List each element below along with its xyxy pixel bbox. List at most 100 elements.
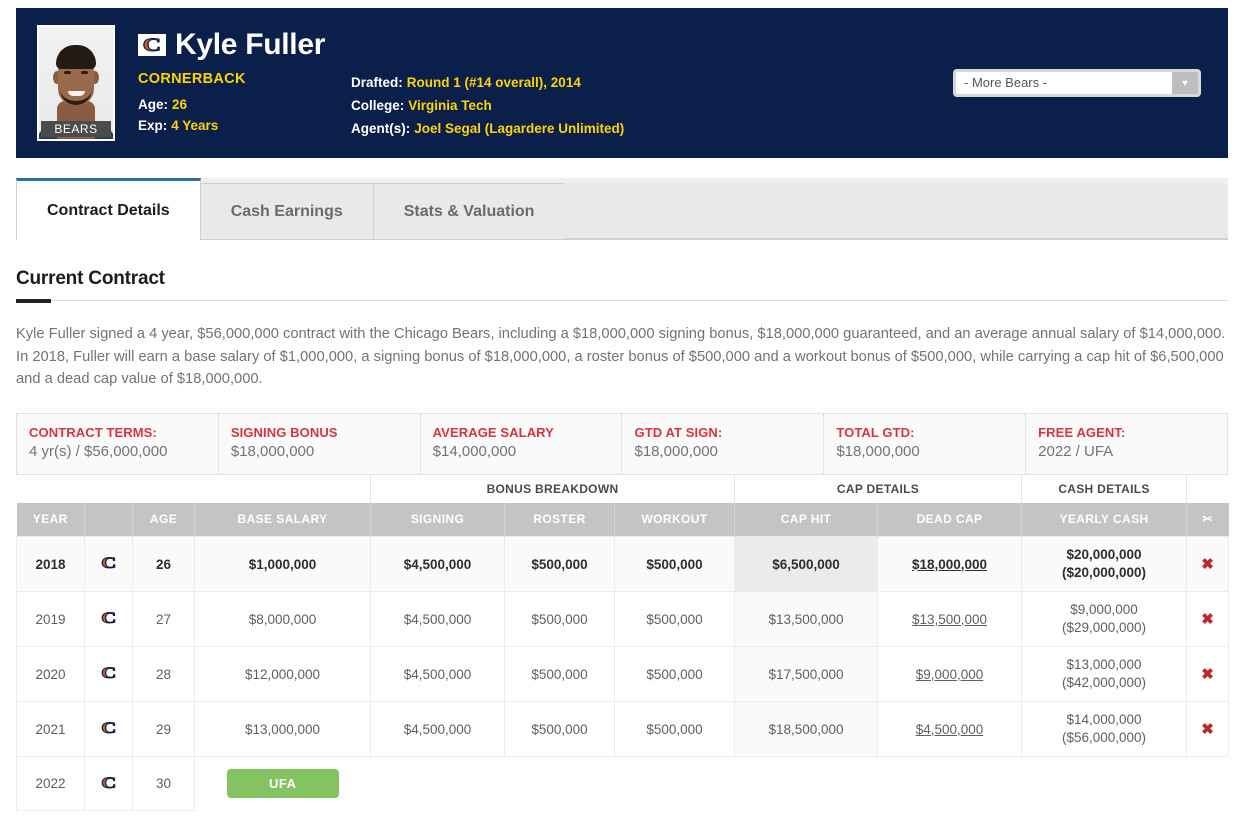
column-header-workout[interactable]: WORKOUT (614, 502, 735, 537)
tab-stats-valuation[interactable]: Stats & Valuation (372, 183, 566, 239)
cell-dead-cap[interactable]: $4,500,000 (876, 701, 1023, 757)
column-header-signing[interactable]: SIGNING (370, 502, 505, 537)
tab-cash-earnings[interactable]: Cash Earnings (199, 183, 374, 239)
summary-gtd-at-sign-label: GTD AT SIGN: (634, 424, 723, 440)
chevron-down-icon[interactable]: ▼ (1172, 72, 1198, 94)
cell-dead-cap[interactable]: $9,000,000 (876, 646, 1023, 702)
cut-player-icon[interactable]: ✖ (1201, 666, 1214, 683)
cell-age: 29 (132, 701, 195, 757)
summary-average-salary: AVERAGE SALARY $14,000,000 (421, 413, 623, 474)
summary-free-agent-label: FREE AGENT: (1038, 424, 1126, 440)
player-age-row: Age: 26 (138, 94, 351, 115)
yearly-cash-value: $9,000,000 (1070, 602, 1138, 617)
scissors-icon[interactable]: ✂ (1186, 502, 1229, 537)
cell-empty (1187, 757, 1229, 811)
cell-cap-hit: $18,500,000 (734, 701, 878, 757)
cut-player-icon[interactable]: ✖ (1201, 721, 1214, 738)
summary-total-gtd: TOTAL GTD: $18,000,000 (824, 413, 1027, 474)
summary-signing-bonus-value: $18,000,000 (230, 442, 315, 460)
cumulative-cash-value: ($42,000,000) (1061, 675, 1147, 690)
group-header-blank (16, 474, 371, 503)
cell-team-logo: C (84, 536, 133, 592)
drafted-label: Drafted: (351, 75, 403, 90)
cut-player-icon[interactable]: ✖ (1201, 611, 1214, 628)
table-group-header-row: BONUS BREAKDOWN CAP DETAILS CASH DETAILS (16, 474, 1229, 503)
more-bears-selected-value[interactable]: - More Bears - (956, 72, 1172, 94)
summary-average-salary-value: $14,000,000 (432, 442, 517, 460)
table-row-free-agent: 2022 C 30 UFA (16, 756, 1229, 811)
yearly-cash-value: $13,000,000 (1066, 657, 1142, 672)
page-title: Kyle Fuller (175, 28, 326, 61)
cell-age: 28 (132, 646, 195, 702)
cell-cut-action[interactable]: ✖ (1186, 536, 1230, 592)
bio-column-left: CORNERBACK Age: 26 Exp: 4 Years (138, 71, 351, 140)
tab-cash-earnings-label: Cash Earnings (230, 202, 343, 220)
column-header-cap-hit[interactable]: CAP HIT (734, 502, 878, 537)
dead-cap-link[interactable]: $13,500,000 (912, 612, 987, 627)
group-header-cash-details: CASH DETAILS (1021, 474, 1188, 503)
cell-dead-cap[interactable]: $13,500,000 (876, 591, 1023, 647)
cell-empty (878, 757, 1022, 811)
tab-contract-details[interactable]: Contract Details (16, 178, 201, 240)
player-exp-row: Exp: 4 Years (138, 115, 351, 136)
bears-logo-icon: C (100, 774, 117, 792)
cell-yearly-cash: $9,000,000 ($29,000,000) (1021, 591, 1188, 647)
cell-roster: $500,000 (504, 701, 615, 757)
column-header-yearly-cash[interactable]: YEARLY CASH (1021, 502, 1188, 537)
cell-empty (735, 757, 878, 811)
cell-cap-hit: $13,500,000 (734, 591, 878, 647)
group-header-bonus-breakdown: BONUS BREAKDOWN (370, 474, 735, 503)
column-header-team (84, 502, 133, 537)
cell-cut-action[interactable]: ✖ (1186, 646, 1230, 702)
cell-signing: $4,500,000 (370, 646, 505, 702)
age-label: Age: (138, 97, 168, 112)
tab-contract-details-label: Contract Details (47, 201, 170, 219)
cut-player-icon[interactable]: ✖ (1201, 556, 1214, 573)
cell-empty (371, 757, 505, 811)
drafted-value: Round 1 (#14 overall), 2014 (406, 75, 581, 90)
player-position: CORNERBACK (138, 71, 246, 87)
bears-logo-icon: C (100, 665, 117, 683)
cumulative-cash-value: ($20,000,000) (1061, 565, 1147, 580)
cell-year: 2020 (16, 646, 85, 702)
cell-year: 2022 (16, 756, 85, 811)
cell-roster: $500,000 (504, 536, 615, 592)
summary-contract-terms: CONTRACT TERMS: 4 yr(s) / $56,000,000 (17, 413, 219, 474)
column-header-roster[interactable]: ROSTER (504, 502, 615, 537)
summary-gtd-at-sign-value: $18,000,000 (634, 442, 718, 460)
cell-workout: $500,000 (614, 591, 735, 647)
cell-ufa-badge: UFA (195, 757, 371, 811)
cell-year: 2019 (16, 591, 85, 647)
table-row: 2018 C 26 $1,000,000 $4,500,000 $500,000… (16, 536, 1230, 592)
summary-average-salary-label: AVERAGE SALARY (432, 424, 554, 440)
cell-age: 30 (132, 756, 195, 811)
contract-breakdown-table: BONUS BREAKDOWN CAP DETAILS CASH DETAILS… (16, 474, 1230, 811)
agents-label: Agent(s): (351, 121, 411, 136)
cell-empty (505, 757, 615, 811)
column-header-dead-cap[interactable]: DEAD CAP (877, 502, 1023, 537)
cell-cut-action[interactable]: ✖ (1186, 591, 1230, 647)
column-header-age[interactable]: AGE (132, 502, 195, 537)
bears-logo-icon: C (138, 34, 166, 56)
dead-cap-link[interactable]: $9,000,000 (916, 667, 984, 682)
cell-cap-hit: $17,500,000 (734, 646, 878, 702)
yearly-cash-value: $14,000,000 (1066, 712, 1142, 727)
player-college-row: College: Virginia Tech (351, 94, 624, 117)
cell-dead-cap[interactable]: $18,000,000 (876, 536, 1023, 592)
status-badge: UFA (226, 769, 339, 799)
cell-empty (615, 757, 735, 811)
column-header-base-salary[interactable]: BASE SALARY (194, 502, 371, 537)
cell-workout: $500,000 (614, 646, 735, 702)
cell-base-salary: $1,000,000 (194, 536, 371, 592)
more-bears-select[interactable]: - More Bears - ▼ (953, 69, 1201, 97)
yearly-cash-value: $20,000,000 (1066, 547, 1142, 562)
table-row: 2020 C 28 $12,000,000 $4,500,000 $500,00… (16, 646, 1230, 702)
summary-total-gtd-value: $18,000,000 (836, 442, 920, 460)
tab-stats-valuation-label: Stats & Valuation (403, 202, 535, 220)
column-header-year[interactable]: YEAR (16, 502, 85, 537)
cell-signing: $4,500,000 (370, 701, 505, 757)
cell-cut-action[interactable]: ✖ (1186, 701, 1230, 757)
dead-cap-link[interactable]: $18,000,000 (912, 557, 987, 572)
dead-cap-link[interactable]: $4,500,000 (916, 722, 984, 737)
cell-team-logo: C (84, 591, 133, 647)
